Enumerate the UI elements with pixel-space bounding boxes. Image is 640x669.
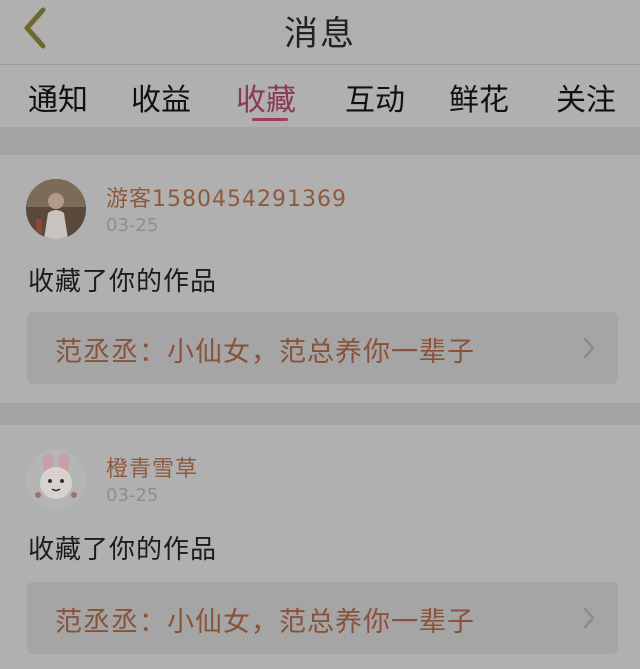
avatar[interactable] (26, 449, 86, 509)
work-link[interactable]: 范丞丞：小仙女，范总养你一辈子 (27, 582, 618, 654)
top-bar: 消息 (0, 0, 640, 64)
work-title: 范丞丞：小仙女，范总养你一辈子 (55, 337, 475, 368)
username[interactable]: 游客15804542913​69 (106, 181, 347, 213)
active-tab-indicator (252, 118, 288, 121)
tab-earnings[interactable]: 收益 (131, 75, 191, 119)
divider (0, 127, 640, 155)
cartoon-bunny-icon (26, 449, 86, 509)
chevron-right-icon (583, 607, 595, 629)
username[interactable]: 橙青雪草 (106, 451, 198, 483)
message-item[interactable]: 游客15804542913​69 03-25 收藏了你的作品 范丞丞：小仙女，范… (0, 155, 640, 403)
tab-notifications[interactable]: 通知 (28, 75, 88, 119)
message-item[interactable]: 橙青雪草 03-25 收藏了你的作品 范丞丞：小仙女，范总养你一辈子 (0, 425, 640, 669)
tab-bar: 通知 收益 收藏 互动 鲜花 关注 (0, 64, 640, 127)
work-link[interactable]: 范丞丞：小仙女，范总养你一辈子 (27, 312, 618, 384)
user-photo-icon (26, 179, 86, 239)
timestamp: 03-25 (106, 215, 159, 236)
tab-flowers[interactable]: 鲜花 (449, 75, 509, 119)
tab-favorites[interactable]: 收藏 (236, 75, 296, 119)
timestamp: 03-25 (106, 485, 159, 506)
avatar[interactable] (26, 179, 86, 239)
action-text: 收藏了你的作品 (28, 267, 218, 297)
chevron-right-icon (583, 337, 595, 359)
tab-follows[interactable]: 关注 (556, 75, 616, 119)
work-title: 范丞丞：小仙女，范总养你一辈子 (55, 607, 475, 638)
action-text: 收藏了你的作品 (28, 535, 218, 565)
divider (0, 403, 640, 425)
tab-interactions[interactable]: 互动 (345, 75, 405, 119)
page-title: 消息 (284, 14, 356, 54)
